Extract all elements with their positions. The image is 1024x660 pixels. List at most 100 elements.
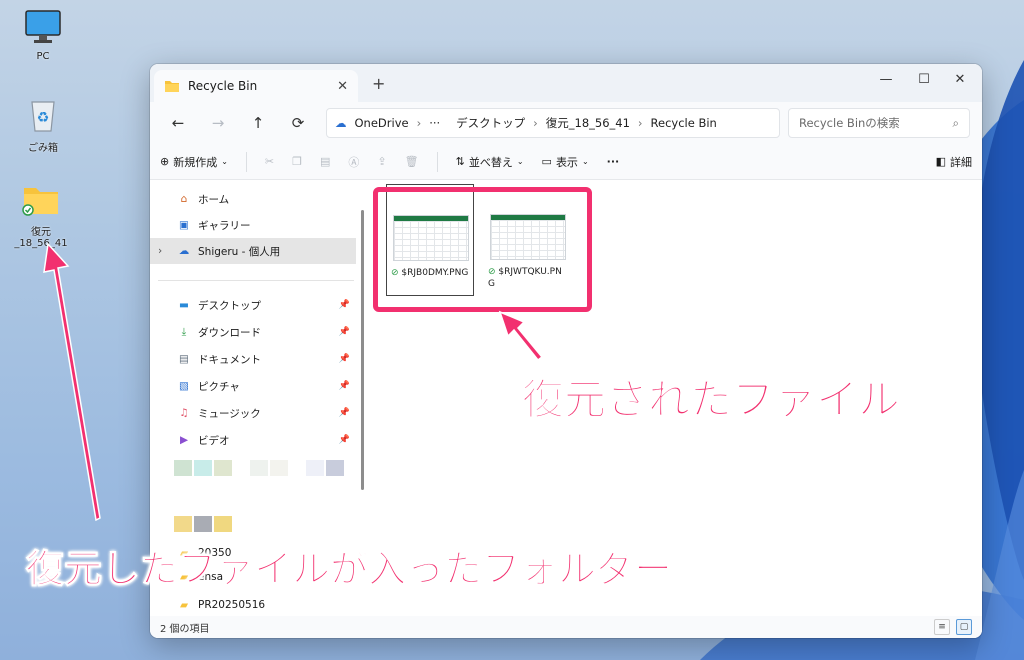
desktop-icon-label: 復元_18_56_41: [14, 227, 68, 249]
delete-icon[interactable]: 🗑: [405, 155, 419, 168]
sort-icon: ⇅: [455, 155, 465, 168]
close-window-button[interactable]: ✕: [940, 68, 980, 92]
sidebar-item-label: ピクチャ: [198, 380, 240, 393]
item-count: 2 個の項目: [160, 623, 210, 635]
sidebar-item-label: ドキュメント: [198, 353, 261, 366]
highlight-box: [373, 187, 592, 312]
refresh-button[interactable]: ⟳: [278, 114, 318, 132]
sidebar-item-label: ダウンロード: [198, 326, 261, 339]
up-button[interactable]: ↑: [238, 114, 278, 132]
chevron-right-icon: ›: [533, 116, 538, 130]
pin-icon[interactable]: 📌: [339, 381, 350, 391]
address-bar[interactable]: ☁ OneDrive › ··· デスクトップ › 復元_18_56_41 › …: [326, 108, 780, 138]
breadcrumb-restored-folder[interactable]: 復元_18_56_41: [546, 115, 630, 131]
chevron-down-icon: ⌄: [581, 157, 589, 166]
status-bar: 2 個の項目 ≡ ▢: [150, 616, 982, 638]
divider: [245, 151, 247, 172]
document-icon: ▤: [179, 353, 189, 365]
sidebar-item-music[interactable]: ♫ ミュージック 📌: [150, 400, 356, 426]
home-icon: ⌂: [180, 193, 188, 205]
breadcrumb-onedrive[interactable]: OneDrive: [355, 116, 409, 130]
pin-icon[interactable]: 📌: [339, 435, 350, 445]
forward-button[interactable]: →: [198, 114, 238, 132]
breadcrumb-desktop[interactable]: デスクトップ: [456, 115, 525, 131]
pin-icon[interactable]: 📌: [339, 300, 350, 310]
details-button-label: 詳細: [950, 155, 972, 169]
gallery-icon: ▣: [179, 219, 189, 231]
chevron-right-icon: ›: [416, 116, 422, 130]
copy-icon[interactable]: ❐: [292, 155, 302, 168]
annotation-restored-folder: 復元したファイルが入ったフォルダー: [25, 547, 673, 592]
sidebar-item-label: Shigeru - 個人用: [198, 245, 281, 258]
chevron-right-icon: ›: [637, 116, 643, 130]
scrollbar-thumb[interactable]: [361, 210, 364, 490]
search-box[interactable]: Recycle Binの検索 ⌕: [788, 108, 970, 138]
sidebar-item-desktop[interactable]: ▬ デスクトップ 📌: [150, 292, 356, 318]
blurred-item: [174, 516, 232, 532]
breadcrumb-recycle-bin[interactable]: Recycle Bin: [651, 116, 717, 130]
sort-button[interactable]: ⇅ 並べ替え ⌄: [456, 154, 524, 170]
sidebar-item-label: ギャラリー: [198, 219, 251, 232]
new-tab-button[interactable]: +: [372, 74, 385, 93]
pin-icon[interactable]: 📌: [339, 354, 350, 364]
pin-icon[interactable]: 📌: [339, 408, 350, 418]
details-view-icon[interactable]: ≡: [934, 619, 950, 635]
sidebar-item-label: ビデオ: [198, 434, 230, 447]
plus-circle-icon: ⊕: [160, 155, 170, 168]
more-options-button[interactable]: ···: [607, 155, 620, 168]
search-icon: ⌕: [952, 115, 959, 130]
command-bar: ⊕ 新規作成 ⌄ ✂ ❐ ▤ Ⓐ ⇪ 🗑 ⇅ 並べ替え ⌄ ▭ 表示 ⌄ ···…: [150, 144, 982, 180]
svg-text:♻: ♻: [37, 110, 50, 126]
divider: [436, 151, 438, 172]
details-pane-icon: ◧: [935, 155, 946, 168]
sidebar-item-documents[interactable]: ▤ ドキュメント 📌: [150, 346, 356, 372]
tiles-view-icon[interactable]: ▢: [956, 619, 972, 635]
download-icon: ⤓: [181, 325, 187, 338]
sidebar-item-home[interactable]: ⌂ ホーム: [150, 186, 356, 212]
close-tab-icon[interactable]: ✕: [337, 79, 348, 94]
desktop-icon-recycle-bin[interactable]: ♻ ごみ箱: [8, 96, 78, 154]
cut-icon[interactable]: ✂: [265, 155, 274, 168]
video-icon: ▶: [179, 434, 189, 446]
navigation-bar: ← → ↑ ⟳ ☁ OneDrive › ··· デスクトップ › 復元_18_…: [150, 102, 982, 144]
search-input[interactable]: Recycle Binの検索: [799, 115, 900, 131]
recycle-bin-icon: ♻: [31, 101, 55, 132]
rename-icon[interactable]: Ⓐ: [348, 154, 359, 170]
back-button[interactable]: ←: [158, 114, 198, 132]
divider: [158, 280, 354, 281]
share-icon[interactable]: ⇪: [377, 155, 386, 168]
desktop-icon-restored-folder[interactable]: 復元_18_56_41: [6, 182, 76, 249]
minimize-button[interactable]: —: [866, 68, 906, 92]
tab-recycle-bin[interactable]: Recycle Bin ✕: [154, 70, 358, 102]
sidebar-item-label: PR20250516: [198, 599, 266, 611]
desktop-icon: ▬: [179, 299, 189, 311]
sidebar-item-pr20250516[interactable]: ▰ PR20250516: [150, 592, 356, 618]
desktop-icon-label: ごみ箱: [28, 143, 58, 154]
picture-icon: ▧: [179, 380, 189, 392]
chevron-down-icon: ⌄: [516, 157, 524, 166]
view-switcher: ≡ ▢: [934, 619, 972, 635]
sidebar-item-label: デスクトップ: [198, 299, 261, 312]
view-button[interactable]: ▭ 表示 ⌄: [542, 154, 589, 170]
chevron-right-icon[interactable]: ›: [158, 245, 162, 257]
view-icon: ▭: [541, 155, 552, 168]
title-bar: Recycle Bin ✕ + — ☐ ✕: [150, 64, 982, 102]
sidebar-item-label: ホーム: [198, 193, 230, 206]
details-button[interactable]: ◧ 詳細: [936, 154, 972, 170]
sidebar-item-pictures[interactable]: ▧ ピクチャ 📌: [150, 373, 356, 399]
pin-icon[interactable]: 📌: [339, 327, 350, 337]
sidebar-item-videos[interactable]: ▶ ビデオ 📌: [150, 427, 356, 453]
desktop-icon-pc[interactable]: PC: [8, 8, 78, 62]
view-button-label: 表示: [555, 155, 578, 169]
breadcrumb-overflow[interactable]: ···: [429, 116, 440, 130]
sidebar-item-onedrive[interactable]: › ☁ Shigeru - 個人用: [150, 238, 356, 264]
maximize-button[interactable]: ☐: [904, 68, 944, 92]
cloud-icon: ☁: [335, 116, 347, 130]
sidebar-item-downloads[interactable]: ⤓ ダウンロード 📌: [150, 319, 356, 345]
paste-icon[interactable]: ▤: [320, 155, 330, 168]
monitor-icon: [25, 10, 61, 43]
blurred-item: [174, 460, 344, 476]
new-button[interactable]: ⊕ 新規作成 ⌄: [160, 154, 228, 170]
new-button-label: 新規作成: [173, 155, 218, 169]
sidebar-item-gallery[interactable]: ▣ ギャラリー: [150, 212, 356, 238]
